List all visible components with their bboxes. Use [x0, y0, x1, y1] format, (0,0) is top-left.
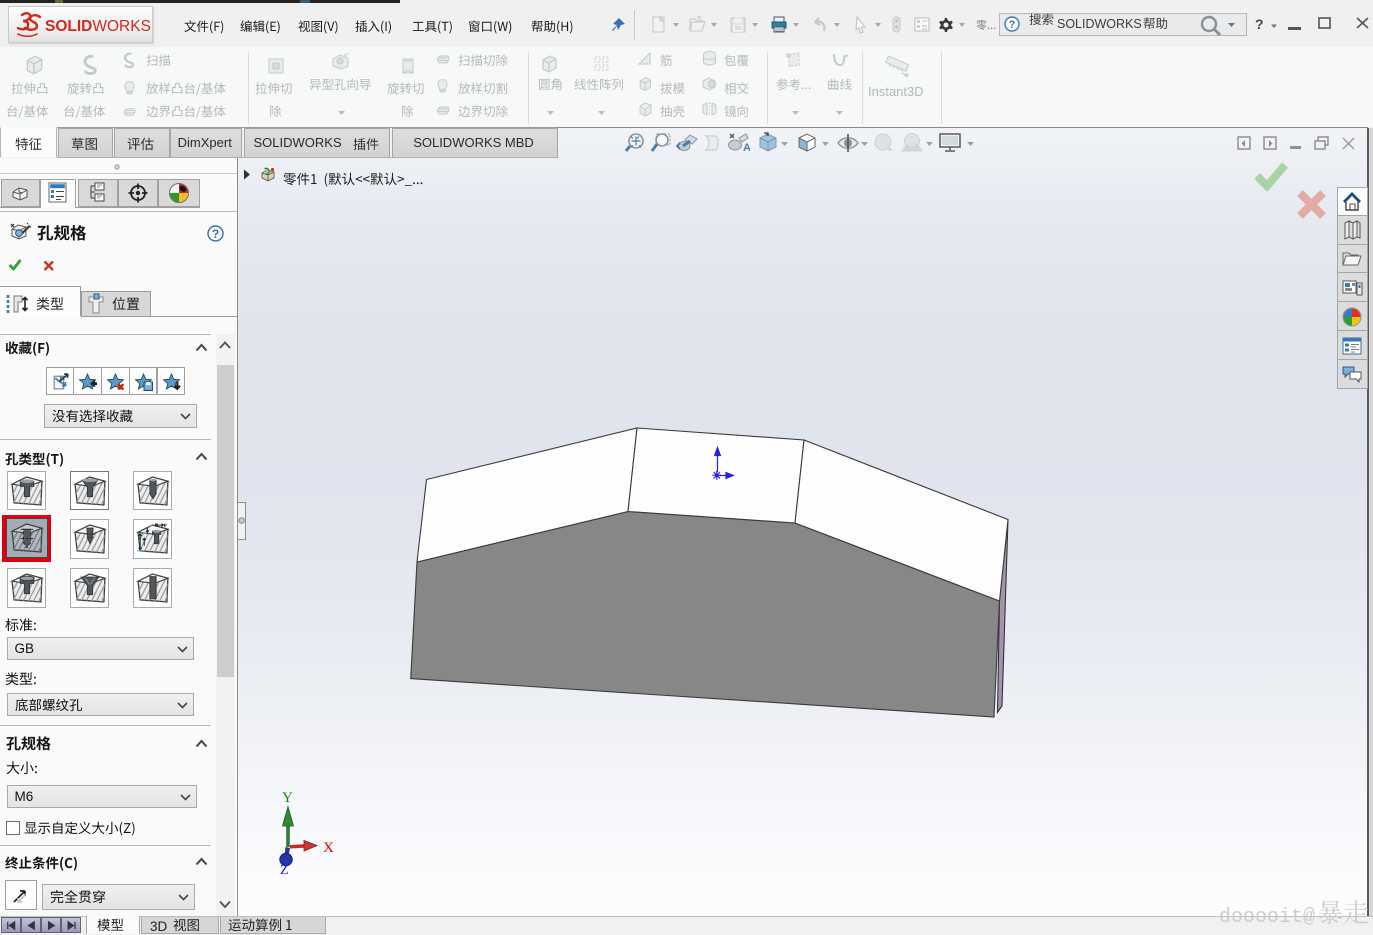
- svg-text:A: A: [743, 142, 750, 154]
- svg-text:Y: Y: [282, 790, 293, 806]
- svg-text:?: ?: [1009, 19, 1016, 31]
- svg-text:Z: Z: [280, 863, 289, 878]
- svg-text:?: ?: [212, 227, 219, 241]
- svg-text:X: X: [323, 840, 334, 856]
